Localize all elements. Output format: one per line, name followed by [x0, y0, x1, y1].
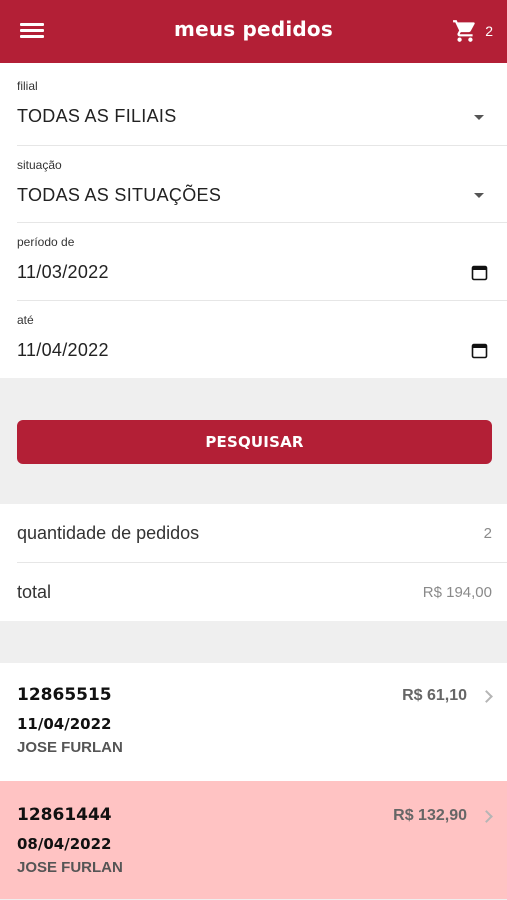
chevron-right-icon — [480, 690, 493, 703]
chevron-down-icon — [474, 115, 484, 120]
total-value: R$ 194,00 — [422, 584, 492, 601]
order-customer: JOSE FURLAN — [17, 859, 123, 876]
total-label: total — [17, 582, 52, 602]
filters-panel: filial TODAS AS FILIAIS situação TODAS A… — [0, 63, 507, 378]
page-title: meus pedidos — [174, 17, 333, 41]
chevron-down-icon — [474, 193, 484, 198]
order-date: 11/04/2022 — [17, 715, 112, 733]
branch-label: filial — [17, 79, 38, 93]
order-number: 12865515 — [17, 685, 112, 705]
order-date: 08/04/2022 — [17, 835, 112, 853]
summary-panel: quantidade de pedidos 2 total R$ 194,00 — [0, 504, 507, 621]
cart-icon — [453, 20, 475, 42]
order-count-label: quantidade de pedidos — [17, 523, 200, 543]
order-customer: JOSE FURLAN — [17, 739, 123, 756]
order-number: 12861444 — [17, 805, 112, 825]
order-count-row: quantidade de pedidos 2 — [0, 504, 507, 562]
date-from-field[interactable]: período de 11/03/2022 — [0, 223, 507, 301]
app-bar: meus pedidos 2 — [0, 0, 507, 63]
date-to-label: até — [17, 313, 34, 327]
status-value: TODAS AS SITUAÇÕES — [17, 185, 222, 205]
calendar-icon[interactable] — [471, 264, 488, 281]
date-to-value: 11/04/2022 — [17, 340, 109, 360]
branch-select[interactable]: filial TODAS AS FILIAIS — [0, 63, 507, 146]
search-area: PESQUISAR — [0, 378, 507, 504]
order-item[interactable]: 12865515 11/04/2022 JOSE FURLAN R$ 61,10 — [0, 663, 507, 781]
status-label: situação — [17, 158, 62, 172]
order-value: R$ 61,10 — [402, 687, 467, 704]
branch-value: TODAS AS FILIAIS — [17, 106, 177, 126]
order-value: R$ 132,90 — [393, 807, 467, 824]
date-to-field[interactable]: até 11/04/2022 — [0, 301, 507, 378]
status-select[interactable]: situação TODAS AS SITUAÇÕES — [0, 146, 507, 223]
chevron-right-icon — [480, 810, 493, 823]
calendar-icon[interactable] — [471, 342, 488, 359]
total-row: total R$ 194,00 — [0, 563, 507, 621]
cart-button[interactable]: 2 — [451, 18, 493, 44]
date-from-label: período de — [17, 235, 75, 249]
order-item[interactable]: 12861444 08/04/2022 JOSE FURLAN R$ 132,9… — [0, 781, 507, 899]
date-from-value: 11/03/2022 — [17, 262, 109, 282]
order-count-value: 2 — [483, 525, 492, 542]
cart-count-badge: 2 — [485, 23, 493, 39]
search-button[interactable]: PESQUISAR — [17, 420, 492, 464]
